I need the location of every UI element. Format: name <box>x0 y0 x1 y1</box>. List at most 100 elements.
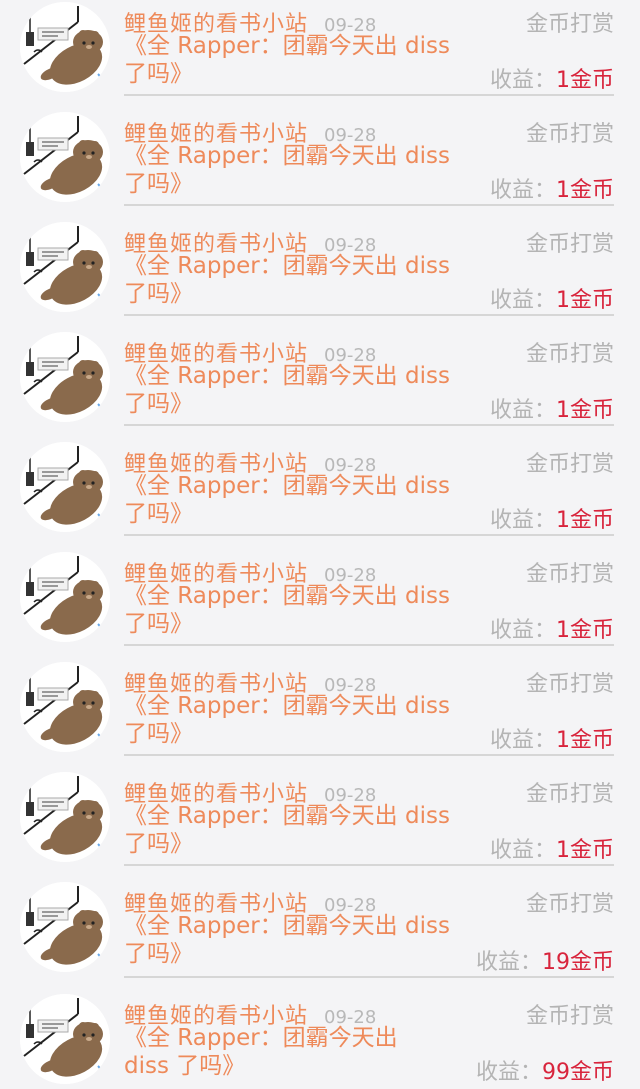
cartoon-bear-avatar-icon[interactable] <box>20 772 110 862</box>
reward-row[interactable]: 鲤鱼姬的看书小站 09-28 金币打赏 《全 Rapper：团霸今天出 diss … <box>0 550 640 660</box>
reward-row-content: 鲤鱼姬的看书小站 09-28 金币打赏 《全 Rapper：团霸今天出 diss … <box>124 770 640 866</box>
earnings-label: 收益： <box>489 618 556 643</box>
reward-type: 金币打赏 <box>525 122 614 147</box>
book-title[interactable]: 《全 Rapper：团霸今天出 diss 了吗》 <box>124 472 464 528</box>
earnings-amount: 1金币 <box>556 838 614 863</box>
bear-icon <box>20 442 110 532</box>
bear-icon <box>20 552 110 642</box>
reward-row-content: 鲤鱼姬的看书小站 09-28 金币打赏 《全 Rapper：团霸今天出 diss … <box>124 330 640 426</box>
earnings-amount: 1金币 <box>556 68 614 93</box>
row-divider <box>124 314 614 316</box>
book-title[interactable]: 《全 Rapper：团霸今天出 diss 了吗》 <box>124 912 464 968</box>
earnings: 收益：1金币 <box>490 392 614 424</box>
reward-type: 金币打赏 <box>525 452 614 477</box>
row-divider <box>124 976 614 978</box>
earnings-label: 收益： <box>489 728 556 753</box>
row-divider <box>124 754 614 756</box>
reward-type: 金币打赏 <box>525 342 614 367</box>
bear-icon <box>20 882 110 972</box>
bear-icon <box>20 112 110 202</box>
row-divider <box>124 424 614 426</box>
earnings-label: 收益： <box>489 838 556 863</box>
earnings-label: 收益： <box>489 398 556 423</box>
book-title[interactable]: 《全 Rapper：团霸今天出 diss 了吗》 <box>124 32 464 88</box>
earnings-amount: 1金币 <box>556 178 614 203</box>
earnings: 收益：1金币 <box>490 612 614 644</box>
reward-type: 金币打赏 <box>525 562 614 587</box>
reward-row-content: 鲤鱼姬的看书小站 09-28 金币打赏 《全 Rapper：团霸今天出 diss … <box>124 110 640 206</box>
row-divider <box>124 204 614 206</box>
earnings-label: 收益： <box>475 950 542 975</box>
reward-row[interactable]: 鲤鱼姬的看书小站 09-28 金币打赏 《全 Rapper：团霸今天出 diss … <box>0 660 640 770</box>
cartoon-bear-avatar-icon[interactable] <box>20 112 110 202</box>
cartoon-bear-avatar-icon[interactable] <box>20 222 110 312</box>
earnings: 收益：1金币 <box>490 502 614 534</box>
bear-icon <box>20 662 110 752</box>
earnings: 收益：1金币 <box>490 722 614 754</box>
bear-icon <box>20 332 110 422</box>
earnings: 收益：1金币 <box>490 832 614 864</box>
book-title[interactable]: 《全 Rapper：团霸今天出 diss 了吗》 <box>124 1024 414 1080</box>
reward-type: 金币打赏 <box>525 232 614 257</box>
earnings-label: 收益： <box>489 68 556 93</box>
bear-icon <box>20 994 110 1084</box>
reward-row-content: 鲤鱼姬的看书小站 09-28 金币打赏 《全 Rapper：团霸今天出 diss … <box>124 992 640 1088</box>
reward-row[interactable]: 鲤鱼姬的看书小站 09-28 金币打赏 《全 Rapper：团霸今天出 diss … <box>0 330 640 440</box>
earnings-label: 收益： <box>475 1060 542 1085</box>
reward-list: 鲤鱼姬的看书小站 09-28 金币打赏 《全 Rapper：团霸今天出 diss … <box>0 0 640 1089</box>
earnings-amount: 99金币 <box>542 1060 614 1085</box>
book-title[interactable]: 《全 Rapper：团霸今天出 diss 了吗》 <box>124 802 464 858</box>
cartoon-bear-avatar-icon[interactable] <box>20 442 110 532</box>
reward-row[interactable]: 鲤鱼姬的看书小站 09-28 金币打赏 《全 Rapper：团霸今天出 diss … <box>0 0 640 110</box>
earnings: 收益：1金币 <box>490 62 614 94</box>
bear-icon <box>20 2 110 92</box>
earnings-label: 收益： <box>489 178 556 203</box>
reward-row[interactable]: 鲤鱼姬的看书小站 09-28 金币打赏 《全 Rapper：团霸今天出 diss … <box>0 220 640 330</box>
earnings-amount: 1金币 <box>556 288 614 313</box>
reward-row[interactable]: 鲤鱼姬的看书小站 09-28 金币打赏 《全 Rapper：团霸今天出 diss … <box>0 770 640 880</box>
earnings: 收益：99金币 <box>476 1054 614 1086</box>
reward-row-content: 鲤鱼姬的看书小站 09-28 金币打赏 《全 Rapper：团霸今天出 diss … <box>124 220 640 316</box>
cartoon-bear-avatar-icon[interactable] <box>20 332 110 422</box>
earnings-label: 收益： <box>489 508 556 533</box>
reward-type: 金币打赏 <box>525 1004 614 1029</box>
reward-row-content: 鲤鱼姬的看书小站 09-28 金币打赏 《全 Rapper：团霸今天出 diss … <box>124 440 640 536</box>
reward-row-content: 鲤鱼姬的看书小站 09-28 金币打赏 《全 Rapper：团霸今天出 diss … <box>124 550 640 646</box>
earnings: 收益：1金币 <box>490 282 614 314</box>
earnings-amount: 1金币 <box>556 728 614 753</box>
reward-row-content: 鲤鱼姬的看书小站 09-28 金币打赏 《全 Rapper：团霸今天出 diss … <box>124 0 640 96</box>
cartoon-bear-avatar-icon[interactable] <box>20 552 110 642</box>
earnings-amount: 1金币 <box>556 398 614 423</box>
cartoon-bear-avatar-icon[interactable] <box>20 994 110 1084</box>
cartoon-bear-avatar-icon[interactable] <box>20 882 110 972</box>
reward-row[interactable]: 鲤鱼姬的看书小站 09-28 金币打赏 《全 Rapper：团霸今天出 diss … <box>0 880 640 990</box>
reward-type: 金币打赏 <box>525 672 614 697</box>
book-title[interactable]: 《全 Rapper：团霸今天出 diss 了吗》 <box>124 692 464 748</box>
cartoon-bear-avatar-icon[interactable] <box>20 2 110 92</box>
cartoon-bear-avatar-icon[interactable] <box>20 662 110 752</box>
row-divider <box>124 864 614 866</box>
reward-type: 金币打赏 <box>525 782 614 807</box>
bear-icon <box>20 222 110 312</box>
reward-type: 金币打赏 <box>525 892 614 917</box>
book-title[interactable]: 《全 Rapper：团霸今天出 diss 了吗》 <box>124 252 464 308</box>
earnings-amount: 1金币 <box>556 618 614 643</box>
reward-row[interactable]: 鲤鱼姬的看书小站 09-28 金币打赏 《全 Rapper：团霸今天出 diss … <box>0 992 640 1089</box>
row-divider <box>124 534 614 536</box>
earnings: 收益：19金币 <box>476 944 614 976</box>
reward-row-content: 鲤鱼姬的看书小站 09-28 金币打赏 《全 Rapper：团霸今天出 diss … <box>124 660 640 756</box>
reward-type: 金币打赏 <box>525 12 614 37</box>
book-title[interactable]: 《全 Rapper：团霸今天出 diss 了吗》 <box>124 582 464 638</box>
book-title[interactable]: 《全 Rapper：团霸今天出 diss 了吗》 <box>124 362 464 418</box>
earnings-amount: 19金币 <box>542 950 614 975</box>
reward-row[interactable]: 鲤鱼姬的看书小站 09-28 金币打赏 《全 Rapper：团霸今天出 diss … <box>0 440 640 550</box>
earnings: 收益：1金币 <box>490 172 614 204</box>
bear-icon <box>20 772 110 862</box>
earnings-amount: 1金币 <box>556 508 614 533</box>
earnings-label: 收益： <box>489 288 556 313</box>
book-title[interactable]: 《全 Rapper：团霸今天出 diss 了吗》 <box>124 142 464 198</box>
row-divider <box>124 644 614 646</box>
reward-row[interactable]: 鲤鱼姬的看书小站 09-28 金币打赏 《全 Rapper：团霸今天出 diss … <box>0 110 640 220</box>
reward-row-content: 鲤鱼姬的看书小站 09-28 金币打赏 《全 Rapper：团霸今天出 diss … <box>124 880 640 976</box>
row-divider <box>124 94 614 96</box>
